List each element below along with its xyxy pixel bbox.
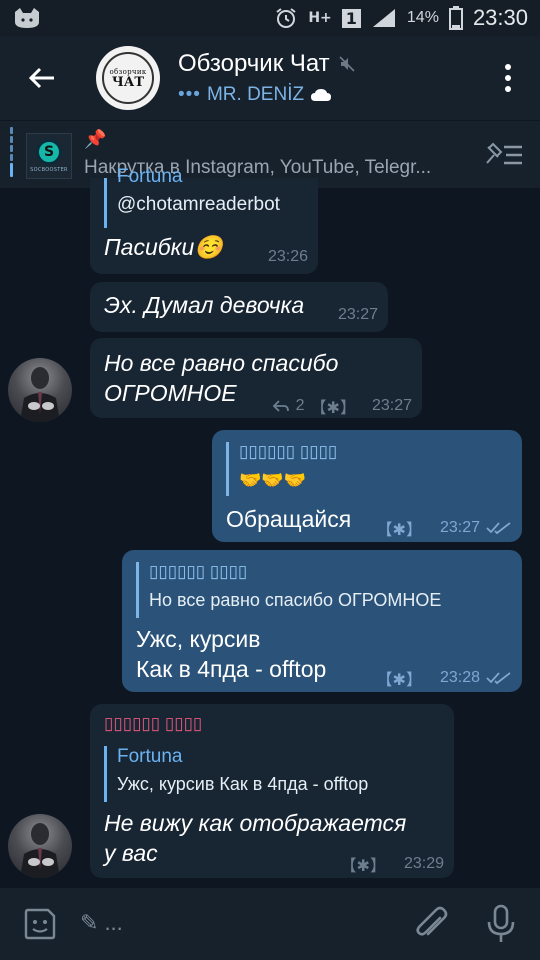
typing-user: MR. DENİZ — [206, 84, 305, 105]
reply-author: ▯▯▯▯▯▯ ▯▯▯▯ — [239, 442, 338, 461]
message-time: 23:27 — [371, 397, 412, 414]
reply-quote[interactable]: Fortuna @chotamreaderbot — [104, 166, 280, 228]
signature-tag: 【✱】 — [340, 858, 386, 875]
message-incoming[interactable]: Fortuna @chotamreaderbot Пасибки☺️ 23:26 — [90, 166, 318, 274]
reply-count[interactable]: 2 — [296, 397, 305, 415]
microphone-icon[interactable] — [484, 904, 518, 944]
typing-status: ••• MR. DENİZ — [178, 84, 332, 106]
message-meta: 【✱】 23:29 — [341, 852, 444, 876]
user-photo — [20, 367, 60, 422]
pin-icon: 📌 — [84, 129, 107, 150]
reply-author: Fortuna — [117, 746, 183, 767]
message-text: Эх. Думал девочка — [104, 292, 305, 318]
pencil-icon: ✎ — [80, 910, 99, 935]
sim-indicator: 1 — [341, 8, 361, 28]
chat-avatar[interactable]: обзорчик ЧАТ — [96, 46, 160, 110]
message-composer: ✎ ... — [0, 888, 540, 960]
message-meta: 23:26 — [268, 248, 308, 266]
message-meta: 23:27 — [338, 306, 378, 324]
pinned-thumbnail: S SOCBOOSTER — [26, 133, 72, 179]
chat-header: обзорчик ЧАТ Обзорчик Чат ••• MR. DENİZ — [0, 36, 540, 120]
message-input-placeholder: ... — [104, 910, 123, 935]
chat-title[interactable]: Обзорчик Чат — [178, 50, 356, 78]
reply-text: 🤝🤝🤝 — [239, 470, 307, 490]
reply-arrow-icon — [272, 400, 289, 412]
reply-author: ▯▯▯▯▯▯ ▯▯▯▯ — [149, 562, 248, 581]
reply-quote[interactable]: ▯▯▯▯▯▯ ▯▯▯▯ 🤝🤝🤝 — [226, 442, 337, 496]
battery-icon — [448, 6, 463, 30]
cat-icon — [15, 8, 39, 28]
attach-icon[interactable] — [412, 904, 452, 944]
alarm-icon — [276, 8, 296, 28]
message-meta: 【✱】 23:27 — [377, 516, 512, 540]
muted-icon — [339, 56, 355, 72]
signature-tag: 【✱】 — [376, 672, 422, 689]
message-time: 23:26 — [267, 248, 308, 265]
message-incoming[interactable]: ▯▯▯▯▯▯ ▯▯▯▯ Fortuna Ужс, курсив Как в 4п… — [90, 704, 454, 878]
pinned-indicator — [10, 127, 13, 179]
user-avatar[interactable] — [8, 358, 72, 422]
double-check-icon — [486, 522, 511, 535]
message-incoming[interactable]: Но все равно спасибо ОГРОМНОЕ 2 【✱】 23:2… — [90, 338, 422, 418]
chat-title-text: Обзорчик Чат — [178, 50, 330, 77]
reply-author: Fortuna — [117, 166, 183, 187]
message-meta: 2 【✱】 23:27 — [272, 394, 412, 418]
message-time: 23:27 — [439, 519, 480, 536]
message-input[interactable]: ✎ ... — [80, 910, 123, 936]
clock: 23:30 — [472, 5, 528, 30]
user-avatar[interactable] — [8, 814, 72, 878]
message-text: Обращайся — [226, 506, 352, 532]
double-check-icon — [486, 672, 511, 685]
signal-icon — [372, 9, 395, 27]
message-text: Ужс, курсив Как в 4пда - offtop — [136, 626, 327, 682]
reply-quote[interactable]: Fortuna Ужс, курсив Как в 4пда - offtop — [104, 746, 368, 802]
message-incoming[interactable]: Эх. Думал девочка 23:27 — [90, 282, 388, 332]
message-text: Пасибки☺️ — [104, 234, 223, 260]
message-time: 23:28 — [439, 669, 480, 686]
chat-logo: обзорчик ЧАТ — [102, 52, 154, 104]
more-menu-button[interactable] — [504, 64, 512, 92]
reply-text: Но все равно спасибо ОГРОМНОЕ — [149, 590, 442, 610]
arrow-left-icon — [28, 67, 54, 89]
message-time: 23:27 — [337, 306, 378, 323]
cloud-icon — [311, 89, 332, 101]
network-type: H+ — [308, 10, 332, 26]
emoji-sticker-icon[interactable] — [22, 906, 58, 942]
message-outgoing[interactable]: ▯▯▯▯▯▯ ▯▯▯▯ 🤝🤝🤝 Обращайся 【✱】 23:27 — [212, 430, 522, 542]
sender-name[interactable]: ▯▯▯▯▯▯ ▯▯▯▯ — [104, 714, 202, 734]
status-bar: H+ 1 14% 23:30 — [0, 0, 540, 36]
back-button[interactable] — [22, 58, 62, 98]
message-time: 23:29 — [403, 855, 444, 872]
reply-text: Ужс, курсив Как в 4пда - offtop — [117, 774, 369, 794]
user-photo — [20, 823, 60, 878]
reply-text: @chotamreaderbot — [117, 194, 280, 215]
message-outgoing[interactable]: ▯▯▯▯▯▯ ▯▯▯▯ Но все равно спасибо ОГРОМНО… — [122, 550, 522, 692]
reply-quote[interactable]: ▯▯▯▯▯▯ ▯▯▯▯ Но все равно спасибо ОГРОМНО… — [136, 562, 441, 618]
signature-tag: 【✱】 — [376, 522, 422, 539]
signature-tag: 【✱】 — [310, 400, 356, 417]
pinned-list-icon[interactable] — [484, 141, 524, 169]
message-meta: 【✱】 23:28 — [377, 666, 512, 690]
battery-percent: 14% — [406, 9, 439, 26]
typing-dots-icon: ••• — [178, 84, 201, 105]
